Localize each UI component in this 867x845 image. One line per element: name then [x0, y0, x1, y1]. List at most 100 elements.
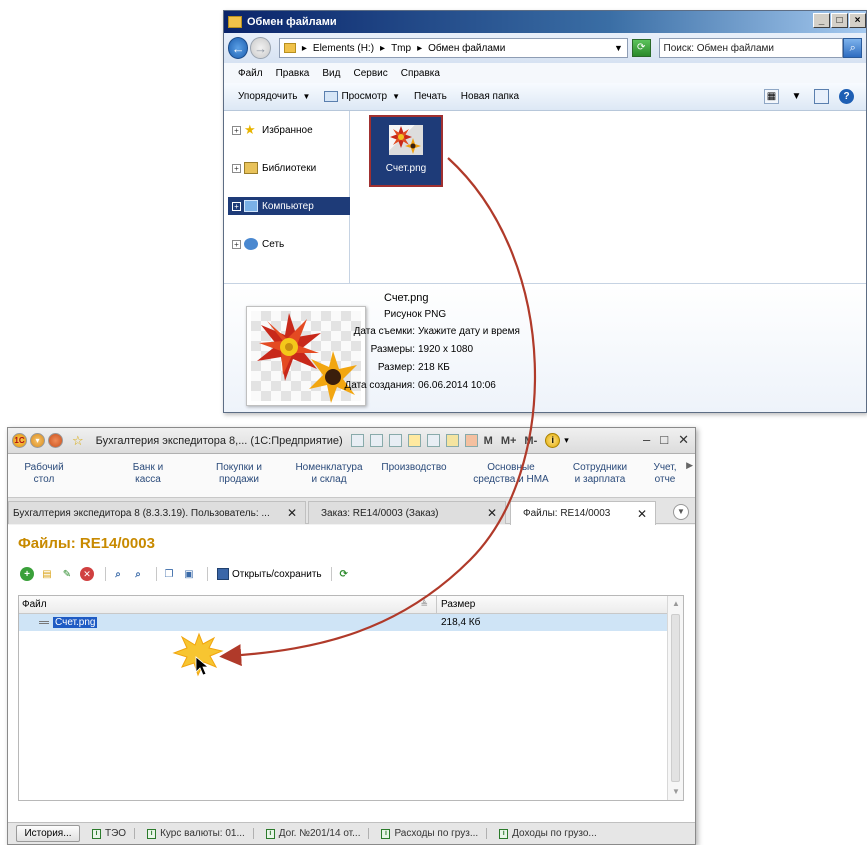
- preview-pane-icon[interactable]: [814, 89, 829, 104]
- open-window-item[interactable]: i Расходы по груз...: [381, 828, 488, 839]
- address-bar[interactable]: ▸ Elements (H:) ▸ Tmp ▸ Обмен файлами ▼: [278, 38, 628, 58]
- save-icon[interactable]: [350, 434, 364, 447]
- delete-icon[interactable]: ✕: [80, 567, 94, 581]
- expand-icon[interactable]: +: [232, 163, 241, 173]
- table-header: Файл ≜ Размер: [19, 596, 683, 614]
- section-production[interactable]: Производство: [378, 462, 450, 474]
- search-input[interactable]: Поиск: Обмен файлами: [658, 38, 844, 58]
- window-controls: _ □ ×: [812, 13, 866, 28]
- add-icon[interactable]: +: [20, 567, 34, 581]
- open-window-item[interactable]: i Курс валюты: 01...: [147, 828, 254, 839]
- expand-icon[interactable]: +: [232, 239, 241, 249]
- history-button[interactable]: История...: [16, 825, 80, 842]
- tab-order[interactable]: Заказ: RE14/0003 (Заказ) ✕: [308, 501, 506, 524]
- menu-tools[interactable]: Сервис: [353, 68, 387, 79]
- chevron-right-icon[interactable]: ▶: [686, 460, 693, 471]
- expand-icon[interactable]: +: [232, 201, 241, 211]
- close-icon[interactable]: ✕: [287, 506, 297, 520]
- chevron-down-icon[interactable]: ▼: [673, 504, 689, 520]
- close-icon[interactable]: ✕: [487, 506, 497, 520]
- add-folder-icon[interactable]: ▤: [40, 567, 54, 581]
- star-icon: ★: [244, 122, 256, 137]
- close-button[interactable]: ×: [849, 13, 866, 28]
- scan-icon[interactable]: ▣: [182, 567, 196, 581]
- info-icon[interactable]: i: [545, 433, 561, 448]
- close-button[interactable]: ✕: [678, 432, 689, 448]
- expand-icon[interactable]: +: [232, 125, 241, 135]
- cancel-search-icon[interactable]: ⌕: [131, 567, 145, 581]
- open-window-item[interactable]: i Доходы по грузо...: [499, 828, 605, 839]
- search-icon[interactable]: ⌕: [843, 38, 862, 58]
- onec-title-bar[interactable]: 1С ▾ ☆ Бухгалтерия экспедитора 8,... (1С…: [8, 428, 695, 454]
- section-purchases-sales[interactable]: Покупки и продажи: [204, 462, 274, 486]
- calendar-icon[interactable]: [464, 434, 478, 447]
- open-save-button[interactable]: Открыть/сохранить: [217, 568, 322, 580]
- search-icon[interactable]: ⌕: [111, 567, 125, 581]
- organize-button[interactable]: Упорядочить ▼: [238, 91, 310, 102]
- chevron-down-icon[interactable]: ▼: [614, 43, 623, 53]
- open-window-item[interactable]: i ТЭО: [92, 828, 136, 839]
- menu-file[interactable]: Файл: [238, 68, 263, 79]
- tab-home[interactable]: Бухгалтерия экспедитора 8 (8.3.3.19). По…: [8, 501, 306, 524]
- section-fixed-assets[interactable]: Основные средства и НМА: [468, 462, 554, 486]
- print-icon[interactable]: [369, 434, 383, 447]
- scroll-down-icon[interactable]: ▼: [668, 784, 684, 800]
- preview-button[interactable]: Просмотр ▼: [324, 91, 400, 102]
- nav-item-favorites[interactable]: + ★ Избранное: [232, 121, 350, 139]
- star-icon[interactable]: ☆: [72, 433, 84, 449]
- nav-item-libraries[interactable]: + Библиотеки: [232, 159, 350, 177]
- onec-logo-icon[interactable]: 1С: [12, 433, 27, 448]
- new-folder-button[interactable]: Новая папка: [461, 91, 519, 102]
- chevron-down-icon[interactable]: ▾: [564, 435, 569, 446]
- menu-help[interactable]: Справка: [401, 68, 440, 79]
- memory-button[interactable]: M: [484, 435, 493, 447]
- section-reports[interactable]: Учет, отче: [648, 462, 682, 486]
- back-arrow-icon[interactable]: ←: [228, 37, 249, 59]
- menu-circle-icon[interactable]: ▾: [30, 433, 45, 448]
- views-icon[interactable]: ▦: [764, 89, 779, 104]
- minimize-button[interactable]: –: [643, 432, 650, 448]
- copy-icon[interactable]: ❐: [162, 567, 176, 581]
- column-header-file[interactable]: Файл ≜: [19, 596, 437, 613]
- scrollbar-thumb[interactable]: [671, 614, 680, 782]
- history-circle-icon[interactable]: [48, 433, 63, 448]
- calculator-icon[interactable]: [445, 434, 459, 447]
- menu-view[interactable]: Вид: [322, 68, 340, 79]
- help-icon[interactable]: ?: [839, 89, 854, 104]
- refresh-icon[interactable]: ⟳: [337, 567, 351, 581]
- nav-item-computer[interactable]: + Компьютер: [228, 197, 350, 215]
- open-window-item[interactable]: i Дог. №201/14 от...: [265, 828, 370, 839]
- maximize-button[interactable]: □: [831, 13, 848, 28]
- breadcrumb-tmp[interactable]: Tmp: [391, 43, 411, 54]
- section-desktop[interactable]: Рабочий стол: [14, 462, 74, 486]
- menu-edit[interactable]: Правка: [276, 68, 310, 79]
- print-button[interactable]: Печать: [414, 91, 447, 102]
- preview-icon[interactable]: [388, 434, 402, 447]
- column-header-size[interactable]: Размер: [437, 599, 475, 610]
- section-staff-salary[interactable]: Сотрудники и зарплата: [566, 462, 634, 486]
- forward-arrow-icon[interactable]: →: [250, 37, 271, 59]
- refresh-icon[interactable]: ⟳: [631, 39, 651, 57]
- close-icon[interactable]: ✕: [637, 507, 647, 521]
- edit-icon[interactable]: ✎: [60, 567, 74, 581]
- chevron-down-icon[interactable]: ▼: [789, 89, 804, 104]
- minimize-button[interactable]: _: [813, 13, 830, 28]
- window-controls: – □ ✕: [633, 432, 689, 448]
- favorites-icon[interactable]: [407, 434, 421, 447]
- maximize-button[interactable]: □: [660, 432, 668, 448]
- section-nomenclature[interactable]: Номенклатура и склад: [288, 462, 370, 486]
- nav-item-network[interactable]: + Сеть: [232, 235, 350, 253]
- scroll-up-icon[interactable]: ▲: [668, 596, 684, 612]
- table-row[interactable]: Счет.png 218,4 Кб: [19, 614, 667, 631]
- section-bank[interactable]: Банк и касса: [118, 462, 178, 486]
- memory-minus-button[interactable]: M-: [524, 435, 537, 447]
- vertical-scrollbar[interactable]: ▲ ▼: [667, 596, 683, 800]
- memory-plus-button[interactable]: M+: [501, 435, 517, 447]
- link-icon[interactable]: [426, 434, 440, 447]
- tab-files[interactable]: Файлы: RE14/0003 ✕: [510, 501, 656, 525]
- explorer-title-bar[interactable]: Обмен файлами _ □ ×: [224, 11, 866, 33]
- breadcrumb-drive[interactable]: Elements (H:): [313, 43, 374, 54]
- detail-value[interactable]: Укажите дату и время: [418, 326, 520, 337]
- file-item[interactable]: Счет.png: [369, 115, 443, 187]
- breadcrumb-folder[interactable]: Обмен файлами: [428, 43, 505, 54]
